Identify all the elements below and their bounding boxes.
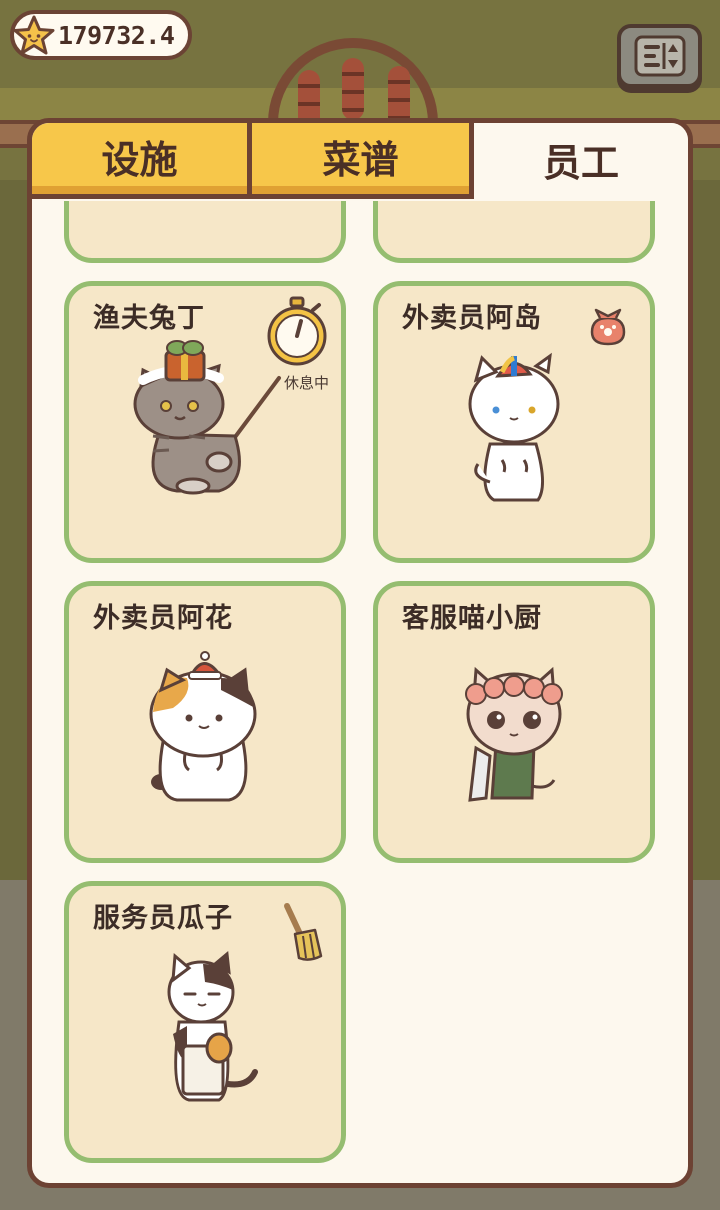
rest-status: 休息中 bbox=[283, 374, 329, 392]
staff-card-list[interactable]: 渔夫兔丁 休息中 外卖员阿岛 外卖员阿花 客服喵小厨 服务员瓜子 bbox=[32, 201, 688, 1183]
broom-icon bbox=[284, 903, 323, 961]
staff-card-partial[interactable] bbox=[64, 201, 346, 263]
tab-recipes[interactable]: 菜谱 bbox=[252, 123, 474, 199]
tab-staff-label: 员工 bbox=[542, 140, 619, 185]
staff-card[interactable]: 外卖员阿岛 bbox=[373, 281, 655, 563]
tab-facilities[interactable]: 设施 bbox=[32, 123, 252, 199]
star-icon bbox=[13, 15, 55, 55]
staff-name: 外卖员阿岛 bbox=[402, 303, 542, 334]
currency-display: 179732.4 bbox=[10, 10, 192, 60]
staff-card[interactable]: 服务员瓜子 bbox=[64, 881, 346, 1163]
staff-name: 服务员瓜子 bbox=[93, 903, 233, 934]
currency-value: 179732.4 bbox=[58, 20, 175, 50]
settings-button[interactable] bbox=[617, 24, 702, 88]
staff-card[interactable]: 外卖员阿花 bbox=[64, 581, 346, 863]
staff-panel: 设施 菜谱 员工 渔夫兔丁 休息中 外卖员阿岛 外卖员阿花 客服喵小厨 服务员瓜… bbox=[27, 118, 693, 1188]
sausage-decor bbox=[342, 58, 364, 120]
staff-card[interactable]: 渔夫兔丁 休息中 bbox=[64, 281, 346, 563]
staff-name: 客服喵小厨 bbox=[402, 603, 542, 634]
tab-facilities-label: 设施 bbox=[101, 138, 178, 182]
settings-sliders-icon bbox=[634, 35, 685, 77]
tab-recipes-label: 菜谱 bbox=[322, 138, 399, 182]
staff-name: 渔夫兔丁 bbox=[93, 303, 205, 334]
staff-card-partial[interactable] bbox=[373, 201, 655, 263]
staff-card[interactable]: 客服喵小厨 bbox=[373, 581, 655, 863]
tab-staff[interactable]: 员工 bbox=[474, 123, 688, 199]
stopwatch-icon bbox=[267, 296, 327, 366]
delivery-bag-icon bbox=[590, 308, 626, 346]
staff-name: 外卖员阿花 bbox=[93, 603, 233, 634]
